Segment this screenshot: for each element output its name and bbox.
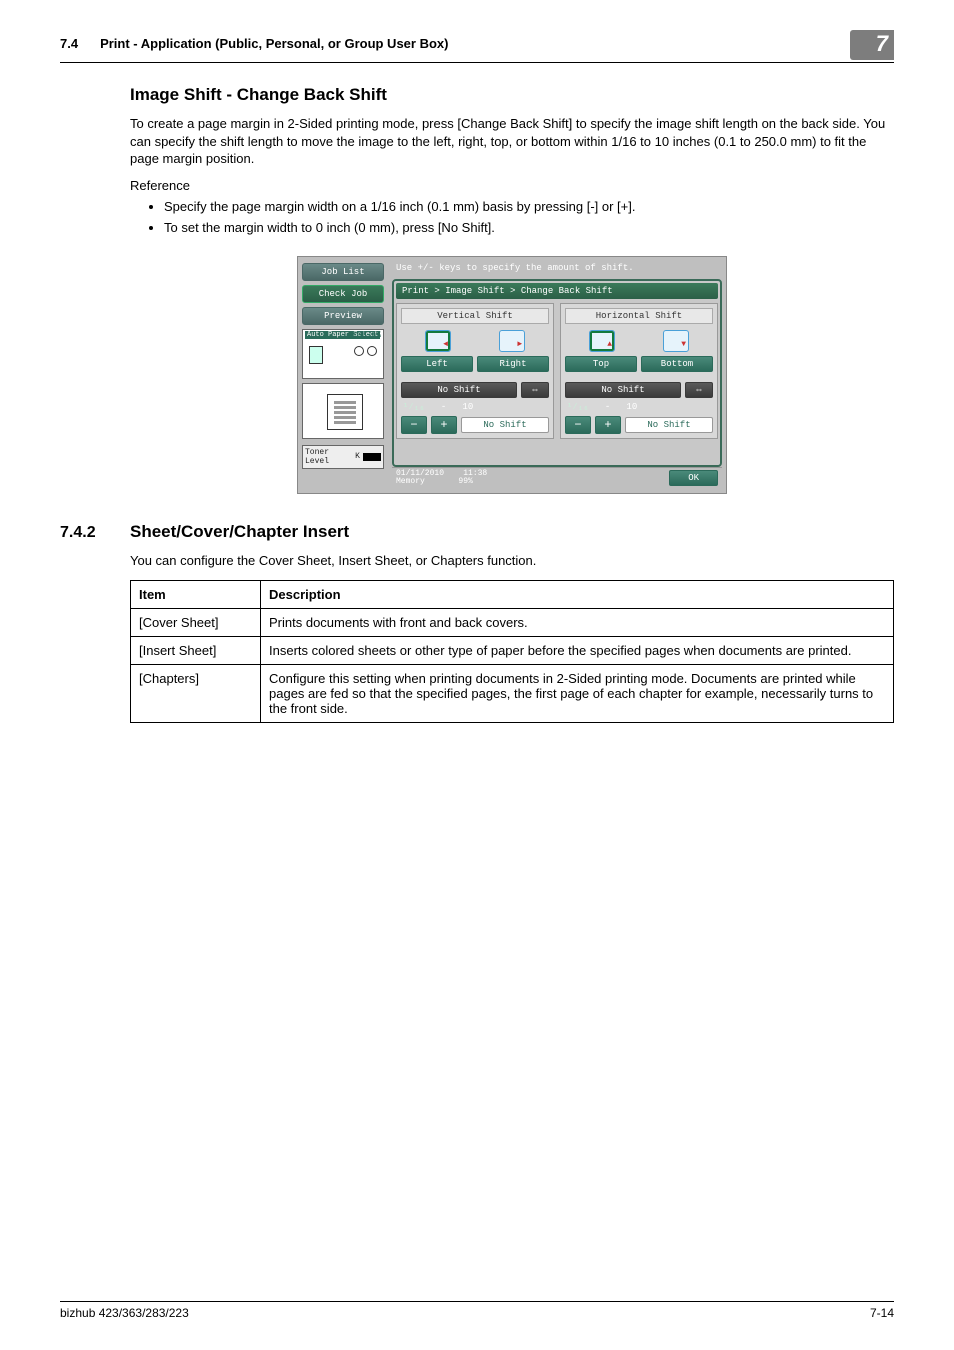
- section-title: Print - Application (Public, Personal, o…: [100, 36, 448, 51]
- right-button[interactable]: Right: [477, 356, 549, 372]
- page-thumbnail: [302, 383, 384, 439]
- toner-level: Toner Level K: [302, 445, 384, 469]
- ok-button[interactable]: OK: [669, 470, 718, 486]
- left-button[interactable]: Left: [401, 356, 473, 372]
- breadcrumb: Print > Image Shift > Change Back Shift: [396, 283, 718, 299]
- memory-value: 99%: [458, 477, 472, 486]
- zoom-value: 100.0%: [352, 331, 381, 340]
- section-number: 7.4: [60, 36, 78, 51]
- status-bar: 01/11/2010 11:38 Memory 99%: [396, 470, 487, 488]
- subsection-description: You can configure the Cover Sheet, Inser…: [130, 552, 894, 570]
- shift-bottom-icon[interactable]: ▼: [663, 330, 689, 352]
- preview-tab[interactable]: Preview: [302, 307, 384, 325]
- vert-plus-button[interactable]: +: [431, 416, 457, 434]
- horiz-no-shift-display: No Shift: [625, 417, 713, 433]
- job-list-tab[interactable]: Job List: [302, 263, 384, 281]
- reference-label: Reference: [130, 178, 894, 193]
- toner-bar-icon: [363, 453, 381, 461]
- toner-label: Toner Level: [305, 448, 352, 466]
- th-description: Description: [261, 580, 894, 608]
- footer-page: 7-14: [870, 1306, 894, 1320]
- panel-screenshot: Job List Check Job Preview Auto Paper Se…: [297, 256, 727, 495]
- page-header: 7.4 Print - Application (Public, Persona…: [60, 36, 894, 63]
- page-icon: [327, 394, 363, 430]
- table-row: [Cover Sheet] Prints documents with fron…: [131, 608, 894, 636]
- horiz-plus-button[interactable]: +: [595, 416, 621, 434]
- instruction-text: Use +/- keys to specify the amount of sh…: [392, 261, 722, 279]
- vertical-shift-panel: Vertical Shift ◄ ► Left Right: [396, 303, 554, 439]
- status-date: 01/11/2010: [396, 469, 444, 478]
- horiz-swap-button[interactable]: ⇔: [685, 382, 713, 398]
- preview-info: Auto Paper Select 100.0%: [302, 329, 384, 379]
- cell-item: [Chapters]: [131, 664, 261, 722]
- horiz-range: ¹⁄₁₆ - 10: [565, 402, 713, 416]
- subsection-number: 7.4.2: [60, 524, 130, 542]
- toner-k: K: [355, 452, 360, 461]
- shift-right-icon[interactable]: ►: [499, 330, 525, 352]
- ref-bullet-2: To set the margin width to 0 inch (0 mm)…: [164, 218, 894, 238]
- shift-left-icon[interactable]: ◄: [425, 330, 451, 352]
- screenshot-main: Use +/- keys to specify the amount of sh…: [388, 257, 726, 494]
- vertical-shift-title: Vertical Shift: [401, 308, 549, 324]
- horizontal-shift-panel: Horizontal Shift ▲ ▼ Top Bottom: [560, 303, 718, 439]
- check-job-tab[interactable]: Check Job: [302, 285, 384, 303]
- top-button[interactable]: Top: [565, 356, 637, 372]
- vert-swap-button[interactable]: ⇔: [521, 382, 549, 398]
- page-footer: bizhub 423/363/283/223 7-14: [60, 1301, 894, 1320]
- horizontal-shift-title: Horizontal Shift: [565, 308, 713, 324]
- vert-no-shift-display: No Shift: [461, 417, 549, 433]
- reference-list: Specify the page margin width on a 1/16 …: [130, 197, 894, 238]
- bottom-button[interactable]: Bottom: [641, 356, 713, 372]
- doc-icon: [309, 346, 323, 364]
- vert-minus-button[interactable]: −: [401, 416, 427, 434]
- image-shift-description: To create a page margin in 2-Sided print…: [130, 115, 894, 168]
- memory-label: Memory: [396, 477, 425, 486]
- shift-top-icon[interactable]: ▲: [589, 330, 615, 352]
- chapter-tab: 7: [850, 30, 894, 60]
- horiz-no-shift-button[interactable]: No Shift: [565, 382, 681, 398]
- ref-bullet-1: Specify the page margin width on a 1/16 …: [164, 197, 894, 217]
- table-header-row: Item Description: [131, 580, 894, 608]
- footer-model: bizhub 423/363/283/223: [60, 1306, 189, 1320]
- zoom-icons[interactable]: [354, 346, 377, 356]
- subsection-title: Sheet/Cover/Chapter Insert: [130, 522, 349, 542]
- vert-range: ¹⁄₁₆ - 10: [401, 402, 549, 416]
- horiz-minus-button[interactable]: −: [565, 416, 591, 434]
- cell-desc: Configure this setting when printing doc…: [261, 664, 894, 722]
- cell-desc: Prints documents with front and back cov…: [261, 608, 894, 636]
- table-row: [Insert Sheet] Inserts colored sheets or…: [131, 636, 894, 664]
- table-row: [Chapters] Configure this setting when p…: [131, 664, 894, 722]
- cell-item: [Cover Sheet]: [131, 608, 261, 636]
- cell-desc: Inserts colored sheets or other type of …: [261, 636, 894, 664]
- th-item: Item: [131, 580, 261, 608]
- item-description-table: Item Description [Cover Sheet] Prints do…: [130, 580, 894, 723]
- heading-image-shift: Image Shift - Change Back Shift: [130, 85, 894, 105]
- screenshot-sidebar: Job List Check Job Preview Auto Paper Se…: [298, 257, 388, 494]
- vert-no-shift-button[interactable]: No Shift: [401, 382, 517, 398]
- status-time: 11:38: [463, 469, 487, 478]
- cell-item: [Insert Sheet]: [131, 636, 261, 664]
